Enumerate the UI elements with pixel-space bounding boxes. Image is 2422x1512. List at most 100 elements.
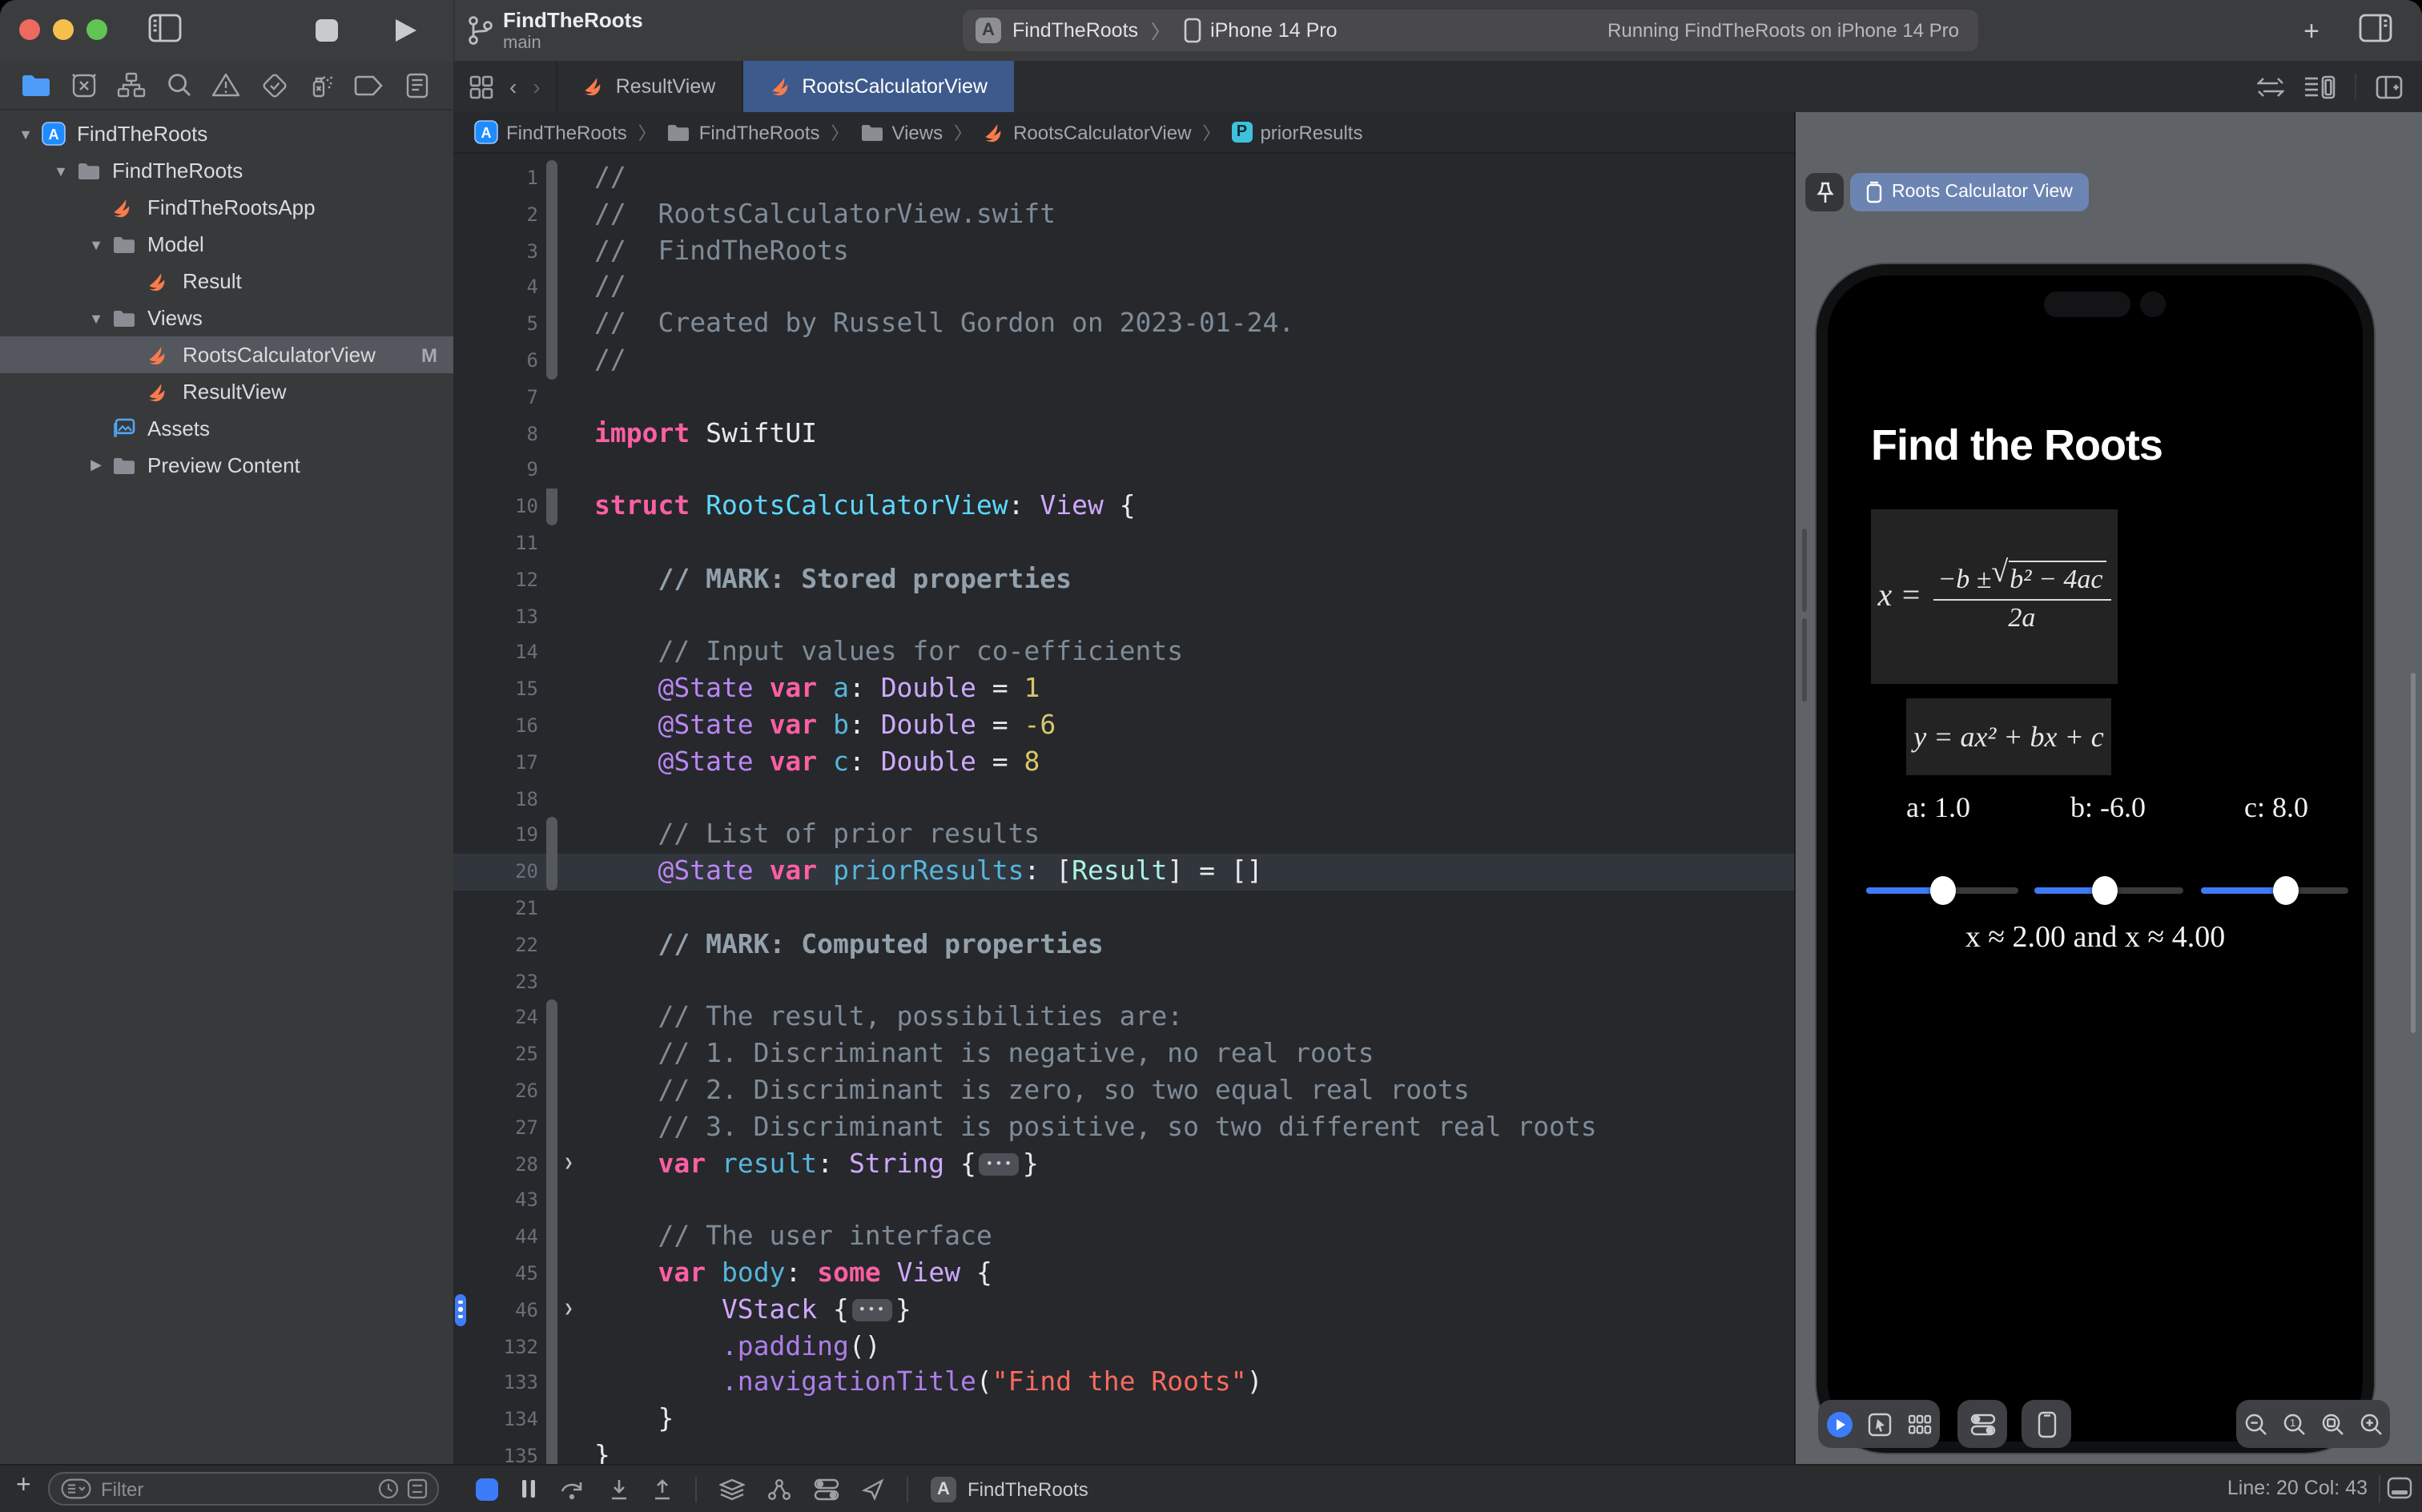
- zoom-100-icon[interactable]: 1: [2282, 1412, 2306, 1436]
- code-line-21[interactable]: 21: [453, 891, 1796, 927]
- tree-item-rootscalculatorview[interactable]: RootsCalculatorView M: [0, 336, 453, 373]
- code-line-24[interactable]: 24 // The result, possibilities are:: [453, 999, 1796, 1037]
- breadcrumb-item-views[interactable]: Views: [860, 121, 943, 143]
- project-navigator-icon[interactable]: [19, 67, 54, 103]
- code-line-135[interactable]: 135 }: [453, 1438, 1796, 1466]
- code-line-17[interactable]: 17 @State var c: Double = 8: [453, 745, 1796, 782]
- tree-item-assets[interactable]: Assets: [0, 410, 453, 447]
- slider-thumb[interactable]: [2091, 876, 2118, 905]
- code-line-44[interactable]: 44 // The user interface: [453, 1219, 1796, 1256]
- slider-thumb[interactable]: [1929, 876, 1955, 905]
- filter-field[interactable]: Filter: [48, 1472, 439, 1506]
- code-line-5[interactable]: 5 // Created by Russell Gordon on 2023-0…: [453, 306, 1796, 343]
- memory-graph-icon[interactable]: [767, 1478, 791, 1500]
- code-line-23[interactable]: 23: [453, 963, 1796, 1000]
- code-line-18[interactable]: 18: [453, 781, 1796, 818]
- code-line-28[interactable]: 28 ❯ var result: String {•••}: [453, 1146, 1796, 1183]
- pause-icon[interactable]: [521, 1478, 537, 1499]
- canvas-scrollbar[interactable]: [1802, 529, 1807, 612]
- fold-chevron-icon[interactable]: ❯: [557, 1292, 580, 1329]
- step-out-icon[interactable]: [652, 1478, 673, 1500]
- code-line-22[interactable]: 22 // MARK: Computed properties: [453, 927, 1796, 963]
- code-line-1[interactable]: 1 //: [453, 160, 1796, 197]
- code-line-2[interactable]: 2 // RootsCalculatorView.swift: [453, 196, 1796, 234]
- code-line-12[interactable]: 12 // MARK: Stored properties: [453, 562, 1796, 599]
- code-line-19[interactable]: 19 // List of prior results: [453, 817, 1796, 855]
- code-line-10[interactable]: 10 struct RootsCalculatorView: View {: [453, 489, 1796, 525]
- slider-c[interactable]: [2201, 876, 2348, 905]
- canvas-scrollbar[interactable]: [1802, 618, 1807, 702]
- code-line-43[interactable]: 43: [453, 1182, 1796, 1220]
- tree-item-findtheroots[interactable]: ▼ FindTheRoots: [0, 152, 453, 189]
- run-destination[interactable]: iPhone 14 Pro: [1210, 19, 1337, 42]
- tab-rootscalculatorview[interactable]: RootsCalculatorView: [742, 61, 1015, 112]
- code-line-45[interactable]: 45 var body: some View {: [453, 1255, 1796, 1293]
- code-line-132[interactable]: 132 .padding(): [453, 1329, 1796, 1365]
- zoom-out-icon[interactable]: [2243, 1412, 2267, 1436]
- code-line-7[interactable]: 7: [453, 380, 1796, 416]
- running-app-indicator[interactable]: A FindTheRoots: [931, 1476, 1088, 1502]
- breakpoints-toggle-button[interactable]: [476, 1478, 498, 1500]
- disclosure-down-icon[interactable]: ▼: [48, 163, 74, 179]
- tree-item-resultview[interactable]: ResultView: [0, 373, 453, 410]
- disclosure-down-icon[interactable]: ▼: [13, 126, 38, 142]
- variants-mode-button[interactable]: [1908, 1413, 1932, 1434]
- code-line-3[interactable]: 3 // FindTheRoots: [453, 233, 1796, 270]
- recent-files-icon[interactable]: [378, 1478, 399, 1499]
- view-hierarchy-icon[interactable]: [719, 1478, 745, 1500]
- tab-resultview[interactable]: ResultView: [556, 61, 743, 112]
- source-control-changes-icon[interactable]: [66, 67, 102, 103]
- editor-options-icon[interactable]: [2303, 74, 2336, 99]
- code-line-20[interactable]: 20 @State var priorResults: [Result] = […: [453, 854, 1796, 891]
- preview-target-pill[interactable]: Roots Calculator View: [1850, 173, 2089, 211]
- disclosure-right-icon[interactable]: ▶: [83, 456, 109, 474]
- code-line-13[interactable]: 13: [453, 598, 1796, 635]
- code-line-26[interactable]: 26 // 2. Discriminant is zero, so two eq…: [453, 1072, 1796, 1110]
- code-review-icon[interactable]: [2257, 76, 2284, 97]
- add-filter-button[interactable]: +: [16, 1472, 31, 1501]
- source-control-status-icon[interactable]: [407, 1478, 428, 1499]
- tree-item-views[interactable]: ▼ Views: [0, 300, 453, 336]
- code-line-15[interactable]: 15 @State var a: Double = 1: [453, 671, 1796, 708]
- code-line-11[interactable]: 11: [453, 525, 1796, 562]
- related-items-icon[interactable]: [469, 74, 493, 99]
- breakpoints-icon[interactable]: [352, 67, 387, 103]
- code-line-14[interactable]: 14 // Input values for co-efficients: [453, 635, 1796, 672]
- code-line-16[interactable]: 16 @State var b: Double = -6: [453, 708, 1796, 745]
- code-line-25[interactable]: 25 // 1. Discriminant is negative, no re…: [453, 1036, 1796, 1073]
- toggle-debug-area-icon[interactable]: [2387, 1477, 2412, 1499]
- step-over-icon[interactable]: [559, 1478, 586, 1500]
- code-line-27[interactable]: 27 // 3. Discriminant is positive, so tw…: [453, 1109, 1796, 1147]
- device-bezel-button[interactable]: [2037, 1410, 2056, 1438]
- slider-a[interactable]: [1866, 876, 2018, 905]
- stop-button[interactable]: [316, 19, 338, 42]
- slider-thumb[interactable]: [2273, 876, 2299, 905]
- code-line-46[interactable]: 46 ❯ VStack {•••}: [453, 1292, 1796, 1329]
- scheme-selector[interactable]: A FindTheRoots 〉 iPhone 14 Pro Running F…: [963, 10, 1978, 51]
- go-back-icon[interactable]: ‹: [509, 74, 517, 99]
- reports-icon[interactable]: [399, 67, 434, 103]
- toggle-inspector-icon[interactable]: [2358, 13, 2393, 43]
- issues-icon[interactable]: [209, 67, 244, 103]
- tree-item-model[interactable]: ▼ Model: [0, 226, 453, 263]
- simulate-location-icon[interactable]: [862, 1478, 884, 1500]
- minimize-window-button[interactable]: [53, 19, 74, 40]
- code-line-4[interactable]: 4 //: [453, 269, 1796, 307]
- go-forward-icon[interactable]: ›: [533, 74, 540, 99]
- source-editor[interactable]: 1 // 2 // RootsCalculatorView.swift 3 //…: [453, 154, 1796, 1466]
- environment-overrides-icon[interactable]: [814, 1478, 839, 1500]
- tests-icon[interactable]: [256, 67, 292, 103]
- code-line-6[interactable]: 6 //: [453, 342, 1796, 380]
- step-into-icon[interactable]: [609, 1478, 630, 1500]
- selectable-mode-button[interactable]: [1869, 1412, 1893, 1436]
- pin-preview-button[interactable]: [1805, 173, 1844, 211]
- tree-item-result[interactable]: Result: [0, 263, 453, 300]
- close-window-button[interactable]: [19, 19, 40, 40]
- environment-overrides-button[interactable]: [1969, 1412, 1995, 1436]
- code-line-9[interactable]: 9: [453, 452, 1796, 489]
- breadcrumb-item-rootscalculatorview[interactable]: RootsCalculatorView: [983, 121, 1191, 143]
- find-icon[interactable]: [162, 67, 197, 103]
- fold-chevron-icon[interactable]: ❯: [557, 1146, 580, 1183]
- zoom-in-icon[interactable]: [2359, 1412, 2383, 1436]
- code-line-133[interactable]: 133 .navigationTitle("Find the Roots"): [453, 1365, 1796, 1402]
